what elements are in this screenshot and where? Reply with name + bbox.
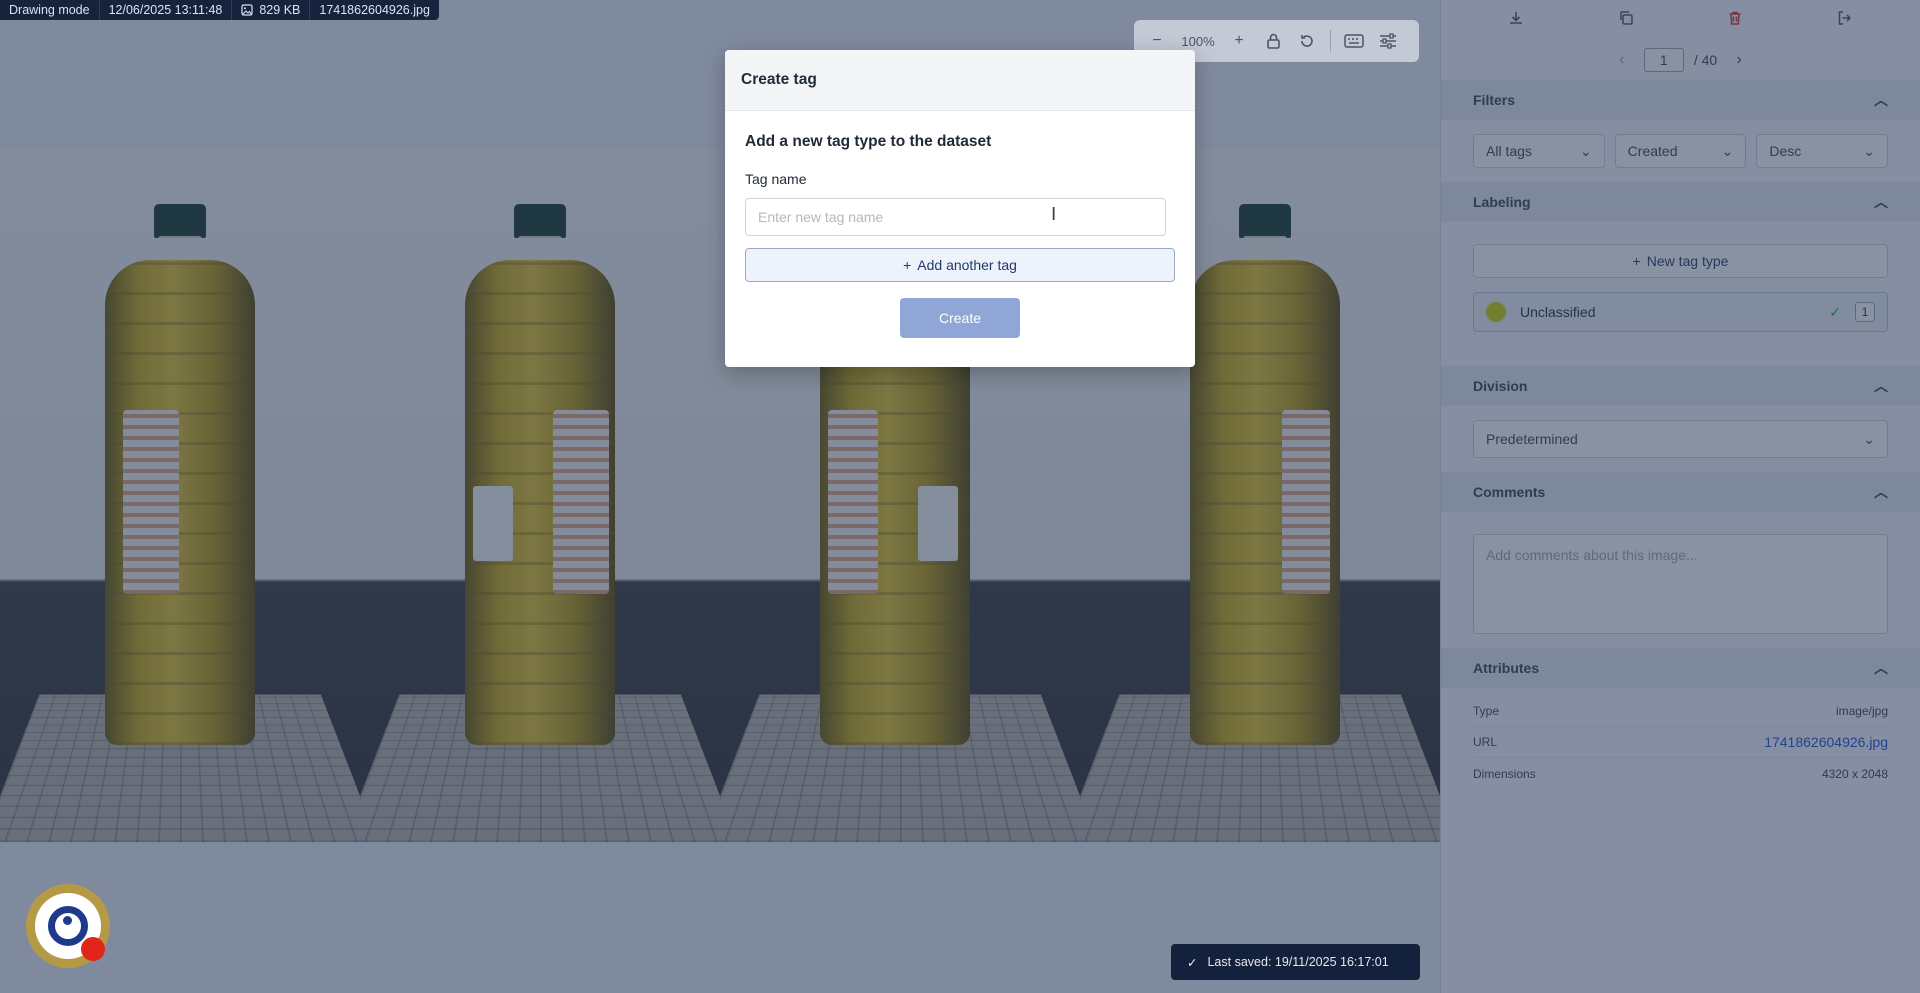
attribute-row-type: Type image/jpg [1473, 696, 1888, 727]
last-saved-toast: ✓ Last saved: 19/11/2025 16:17:01 [1171, 944, 1420, 980]
sort-field-select[interactable]: Created ⌄ [1614, 134, 1747, 168]
next-page-icon[interactable]: › [1727, 51, 1751, 69]
minus-icon: − [1152, 32, 1162, 49]
labeling-header[interactable]: Labeling ︿ [1441, 182, 1920, 222]
chevron-up-icon: ︿ [1874, 194, 1888, 210]
tag-name: Unclassified [1520, 304, 1596, 320]
chevron-down-icon: ⌄ [1721, 142, 1734, 159]
create-tag-modal: Create tag Add a new tag type to the dat… [725, 50, 1195, 367]
chevron-up-icon: ︿ [1874, 92, 1888, 108]
attribute-value: image/jpg [1835, 704, 1888, 718]
mode-label: Drawing mode [0, 0, 100, 20]
tag-color-dot [1486, 302, 1506, 322]
reset-button[interactable] [1292, 26, 1322, 56]
image-actions [1441, 0, 1920, 40]
modal-subtitle: Add a new tag type to the dataset [745, 133, 992, 150]
plus-icon: + [1234, 32, 1244, 49]
tag-name-label: Tag name [745, 171, 807, 187]
logo-ring [48, 906, 88, 946]
app-logo[interactable] [26, 884, 110, 968]
attribute-key: URL [1473, 735, 1498, 749]
new-tag-type-button[interactable]: + New tag type [1473, 244, 1888, 278]
zoom-level: 100% [1181, 33, 1215, 49]
sort-order-value: Desc [1769, 143, 1802, 159]
filesize-text: 829 KB [259, 3, 301, 17]
toolbar-divider [1330, 30, 1331, 52]
image-filename: 1741862604926.jpg [319, 3, 430, 17]
chevron-down-icon: ⌄ [1579, 142, 1592, 159]
create-button[interactable]: Create [900, 298, 1020, 338]
attribute-row-dimensions: Dimensions 4320 x 2048 [1473, 758, 1888, 789]
plus-icon: + [903, 257, 912, 273]
image-pager: ‹ 1 / 40 › [1441, 40, 1920, 80]
chevron-down-icon: ⌄ [1863, 142, 1876, 159]
zoom-in-button[interactable]: + [1224, 26, 1254, 56]
download-icon[interactable] [1508, 10, 1524, 31]
chevron-up-icon: ︿ [1874, 484, 1888, 500]
tag-item[interactable]: Unclassified ✓ 1 [1473, 292, 1888, 332]
comments-header[interactable]: Comments ︿ [1441, 472, 1920, 512]
logout-icon[interactable] [1837, 10, 1853, 31]
modal-title: Create tag [725, 50, 1195, 111]
check-icon: ✓ [1187, 955, 1198, 970]
image-url-link[interactable]: 1741862604926.jpg [1764, 734, 1888, 750]
keyboard-icon [1344, 34, 1364, 48]
filters-header[interactable]: Filters ︿ [1441, 80, 1920, 120]
attributes-title: Attributes [1473, 660, 1540, 676]
lock-icon [1266, 33, 1280, 49]
tag-name-input[interactable] [745, 198, 1166, 236]
division-header[interactable]: Division ︿ [1441, 366, 1920, 406]
comments-textarea[interactable]: Add comments about this image... [1473, 534, 1888, 634]
attribute-key: Dimensions [1473, 766, 1536, 781]
page-input[interactable]: 1 [1643, 48, 1684, 72]
image-panel-2 [360, 149, 720, 842]
check-icon: ✓ [1829, 303, 1841, 320]
image-filesize: 829 KB [232, 0, 311, 20]
lock-button[interactable] [1258, 26, 1288, 56]
trash-icon[interactable] [1727, 10, 1743, 31]
plus-icon: + [1632, 253, 1641, 269]
image-datetime: 12/06/2025 13:11:48 [100, 0, 233, 20]
labeling-title: Labeling [1473, 194, 1531, 210]
filters-title: Filters [1473, 92, 1516, 108]
attribute-row-url: URL 1741862604926.jpg [1473, 727, 1888, 758]
attribute-value: 4320 x 2048 [1821, 766, 1888, 781]
chevron-up-icon: ︿ [1874, 378, 1888, 394]
tag-filter-select[interactable]: All tags ⌄ [1473, 134, 1605, 168]
image-canvas[interactable]: − 100% + [0, 0, 1440, 993]
copy-icon[interactable] [1618, 10, 1634, 31]
logo-inner [35, 893, 105, 961]
image-preview [0, 149, 1440, 842]
settings-button[interactable] [1373, 26, 1403, 56]
add-another-tag-label: Add another tag [917, 257, 1017, 273]
tag-count: 1 [1855, 302, 1875, 322]
image-icon [241, 4, 253, 16]
chevron-down-icon: ⌄ [1863, 430, 1875, 447]
image-panel-1 [0, 149, 360, 842]
division-select[interactable]: Predetermined ⌄ [1473, 420, 1888, 458]
text-cursor-icon: I [1051, 204, 1057, 225]
attributes-header[interactable]: Attributes ︿ [1441, 648, 1920, 688]
division-title: Division [1473, 378, 1528, 394]
prev-page-icon[interactable]: ‹ [1610, 51, 1634, 69]
right-sidebar: ‹ 1 / 40 › Filters ︿ All tags ⌄ Created ⌄ … [1440, 0, 1920, 993]
tag-filter-value: All tags [1486, 143, 1532, 159]
chevron-up-icon: ︿ [1874, 660, 1888, 676]
rotate-ccw-icon [1301, 35, 1313, 47]
add-another-tag-button[interactable]: + Add another tag [745, 248, 1175, 282]
new-tag-type-label: New tag type [1646, 253, 1729, 269]
sliders-icon [1380, 33, 1396, 49]
sort-field-value: Created [1627, 143, 1678, 159]
division-value: Predetermined [1486, 431, 1578, 447]
logo-red-dot [81, 937, 105, 961]
sort-order-select[interactable]: Desc ⌄ [1756, 134, 1889, 168]
image-info-bar: Drawing mode 12/06/2025 13:11:48 829 KB … [0, 0, 439, 20]
attribute-key: Type [1473, 704, 1500, 718]
last-saved-text: Last saved: 19/11/2025 16:17:01 [1207, 955, 1389, 969]
comments-title: Comments [1473, 484, 1546, 500]
page-total: / 40 [1693, 52, 1718, 68]
keyboard-button[interactable] [1339, 26, 1369, 56]
filter-selects: All tags ⌄ Created ⌄ Desc ⌄ [1473, 134, 1889, 168]
